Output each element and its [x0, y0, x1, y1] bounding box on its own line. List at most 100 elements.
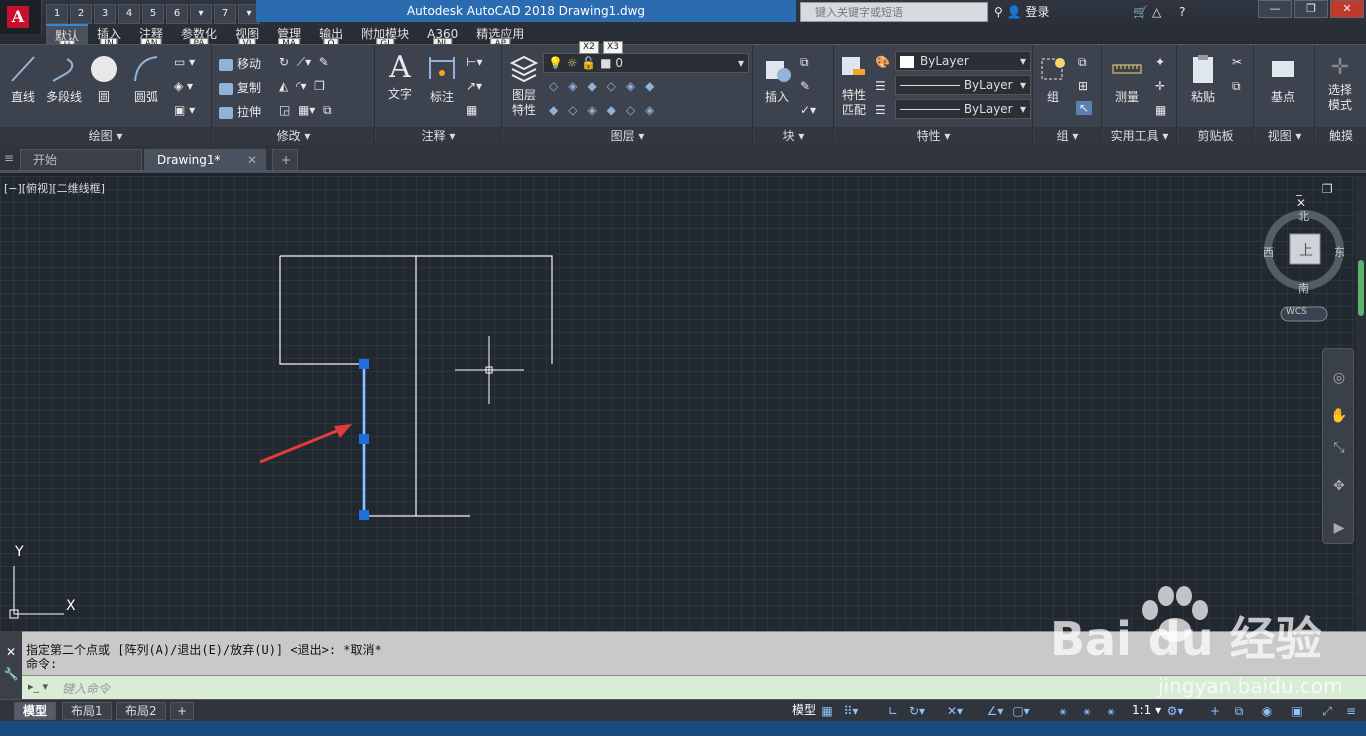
- tab-output[interactable]: 输出O: [310, 24, 352, 51]
- qat-redo-button[interactable]: 7: [214, 4, 236, 24]
- grip-handle-top[interactable]: [359, 359, 369, 369]
- isolate-icon[interactable]: ◉: [1258, 703, 1276, 719]
- exchange-icon[interactable]: △: [1152, 5, 1161, 19]
- cut-icon[interactable]: ✂: [1232, 55, 1242, 69]
- tab-manage[interactable]: 管理MA: [268, 24, 310, 51]
- tab-insert[interactable]: 插入IN: [88, 24, 130, 51]
- viewcube-south[interactable]: 南: [1298, 280, 1309, 296]
- layer-properties-button[interactable]: 图层 特性: [507, 53, 541, 118]
- binoculars-icon[interactable]: ⚲: [994, 5, 1003, 19]
- drawing-line[interactable]: [280, 255, 417, 516]
- tab-home[interactable]: 默认H: [46, 24, 89, 53]
- id-point-icon[interactable]: ✦: [1155, 55, 1165, 69]
- new-tab-button[interactable]: +: [272, 149, 298, 171]
- customize-icon[interactable]: ≡: [1342, 703, 1360, 719]
- ungroup-icon[interactable]: ⧉: [1078, 55, 1087, 70]
- text-button[interactable]: A 文字: [382, 51, 418, 102]
- layer-tools-row1[interactable]: ◇◈◆◇◈◆: [549, 79, 664, 93]
- leader-icon[interactable]: ⊢▾: [466, 55, 482, 69]
- close-button[interactable]: ✕: [1330, 0, 1364, 18]
- linetype-dropdown[interactable]: ByLayer ▾: [895, 75, 1031, 95]
- dimension-button[interactable]: 标注: [424, 53, 460, 105]
- drawing-line[interactable]: [279, 256, 364, 365]
- tab-featured-apps[interactable]: 精选应用AP: [467, 24, 533, 51]
- point-style-icon[interactable]: ✛: [1155, 79, 1165, 93]
- drawing-canvas[interactable]: [−][俯视][二维线框] _ ❐ ✕ Y X 北 南 东 西 上 WCS: [0, 176, 1356, 631]
- units-icon[interactable]: ⧉: [1230, 703, 1248, 719]
- panel-clipboard-title[interactable]: 剪贴板: [1178, 127, 1253, 145]
- qat-undo-dropdown[interactable]: ▾: [190, 4, 212, 24]
- viewcube-west[interactable]: 西: [1263, 244, 1274, 260]
- paste-button[interactable]: 粘贴: [1184, 53, 1222, 105]
- layout-tab-model[interactable]: 模型: [14, 702, 57, 720]
- panel-groups-title[interactable]: 组 ▾: [1034, 127, 1101, 145]
- color-dropdown[interactable]: ByLayer ▾: [895, 51, 1031, 71]
- panel-touch-title[interactable]: 触摸: [1316, 127, 1366, 145]
- orbit-icon[interactable]: ✥: [1330, 477, 1348, 495]
- viewcube-north[interactable]: 北: [1298, 208, 1309, 224]
- auto-scale-icon[interactable]: ⚹: [1102, 703, 1120, 719]
- panel-properties-title[interactable]: 特性 ▾: [835, 127, 1032, 145]
- osnap-icon[interactable]: ✕▾: [946, 703, 964, 719]
- arc-button[interactable]: 圆弧: [128, 53, 164, 105]
- command-prompt-icon[interactable]: ▸_ ▾: [28, 680, 48, 693]
- layer-dropdown[interactable]: 💡 ☼ 🔓 ■ 0 ▾: [543, 53, 749, 73]
- panel-block-title[interactable]: 块 ▾: [754, 127, 833, 145]
- edit-block-icon[interactable]: ✎: [800, 79, 810, 93]
- dynamic-ucs-icon[interactable]: ▢▾: [1012, 703, 1030, 719]
- panel-layers-title[interactable]: 图层 ▾: [503, 127, 752, 145]
- viewcube-east[interactable]: 东: [1334, 244, 1345, 260]
- select-mode-button[interactable]: ✛ 选择 模式: [1320, 53, 1360, 113]
- tab-drawing1[interactable]: Drawing1* ✕: [144, 149, 266, 171]
- annotation-visibility-icon[interactable]: ⚹: [1078, 703, 1096, 719]
- copy-clip-icon[interactable]: ⧉: [1232, 79, 1241, 94]
- rectangle-icon[interactable]: ▭ ▾: [174, 55, 195, 69]
- create-block-icon[interactable]: ⧉: [800, 55, 809, 70]
- qat-plot-button[interactable]: 5: [142, 4, 164, 24]
- layer-tools-row2[interactable]: ◆◇◈◆◇◈: [549, 103, 664, 117]
- login-area[interactable]: ⚲ 👤 登录 🛒 △ ?: [994, 2, 1185, 22]
- pan-hand-icon[interactable]: ✋: [1330, 407, 1348, 425]
- zoom-extents-icon[interactable]: ⤡: [1330, 439, 1348, 457]
- rotate-icon[interactable]: ↻ ⟋▾ ✎: [279, 55, 329, 70]
- panel-utilities-title[interactable]: 实用工具 ▾: [1103, 127, 1176, 145]
- scale-dropdown[interactable]: 1:1 ▾: [1124, 702, 1170, 720]
- cart-icon[interactable]: 🛒: [1133, 5, 1148, 19]
- lineweight-dropdown[interactable]: ByLayer ▾: [895, 99, 1031, 119]
- match-properties-button[interactable]: 特性 匹配: [837, 53, 871, 118]
- grid-icon[interactable]: ▦: [818, 703, 836, 719]
- hardware-accel-icon[interactable]: ▣: [1288, 703, 1306, 719]
- table-icon[interactable]: ▦: [466, 103, 477, 117]
- block-attribute-icon[interactable]: ✓▾: [800, 103, 816, 117]
- layout-tab-layout1[interactable]: 布局1: [62, 702, 112, 720]
- qat-saveas-button[interactable]: 4: [118, 4, 140, 24]
- group-button[interactable]: 组: [1038, 53, 1068, 105]
- move-button[interactable]: 移动: [219, 55, 261, 72]
- tab-addins[interactable]: 附加模块GI: [352, 24, 418, 51]
- base-view-button[interactable]: 基点: [1263, 53, 1303, 105]
- measure-button[interactable]: 测量: [1107, 53, 1147, 105]
- polyline-button[interactable]: 多段线: [42, 53, 86, 105]
- line-button[interactable]: 直线: [6, 53, 40, 105]
- circle-button[interactable]: 圆: [88, 53, 120, 105]
- region-icon[interactable]: ▣ ▾: [174, 103, 195, 117]
- multileader-icon[interactable]: ↗▾: [466, 79, 482, 93]
- tab-a360[interactable]: A360NL: [418, 24, 467, 51]
- copy-button[interactable]: 复制: [219, 79, 261, 96]
- snap-icon[interactable]: ⠿▾: [842, 703, 860, 719]
- help-icon[interactable]: ?: [1179, 5, 1185, 19]
- file-tabs-menu-icon[interactable]: ≡: [4, 151, 14, 165]
- restore-button[interactable]: ❐: [1294, 0, 1328, 18]
- mirror-icon[interactable]: ◭ ◜▾ ❒: [279, 79, 325, 93]
- vertical-scrollbar[interactable]: [1356, 176, 1366, 631]
- grip-handle-mid[interactable]: [359, 434, 369, 444]
- qat-new-button[interactable]: 1: [46, 4, 68, 24]
- qat-save-button[interactable]: 3: [94, 4, 116, 24]
- tab-view[interactable]: 视图VI: [226, 24, 268, 51]
- qat-undo-button[interactable]: 6: [166, 4, 188, 24]
- scale-icon[interactable]: ◲ ▦▾ ⧉: [279, 103, 332, 118]
- group-edit-icon[interactable]: ⊞: [1078, 79, 1088, 93]
- group-select-icon[interactable]: ↖: [1076, 101, 1093, 115]
- viewcube-top-face[interactable]: 上: [1299, 240, 1313, 260]
- insert-block-button[interactable]: 插入: [758, 53, 796, 105]
